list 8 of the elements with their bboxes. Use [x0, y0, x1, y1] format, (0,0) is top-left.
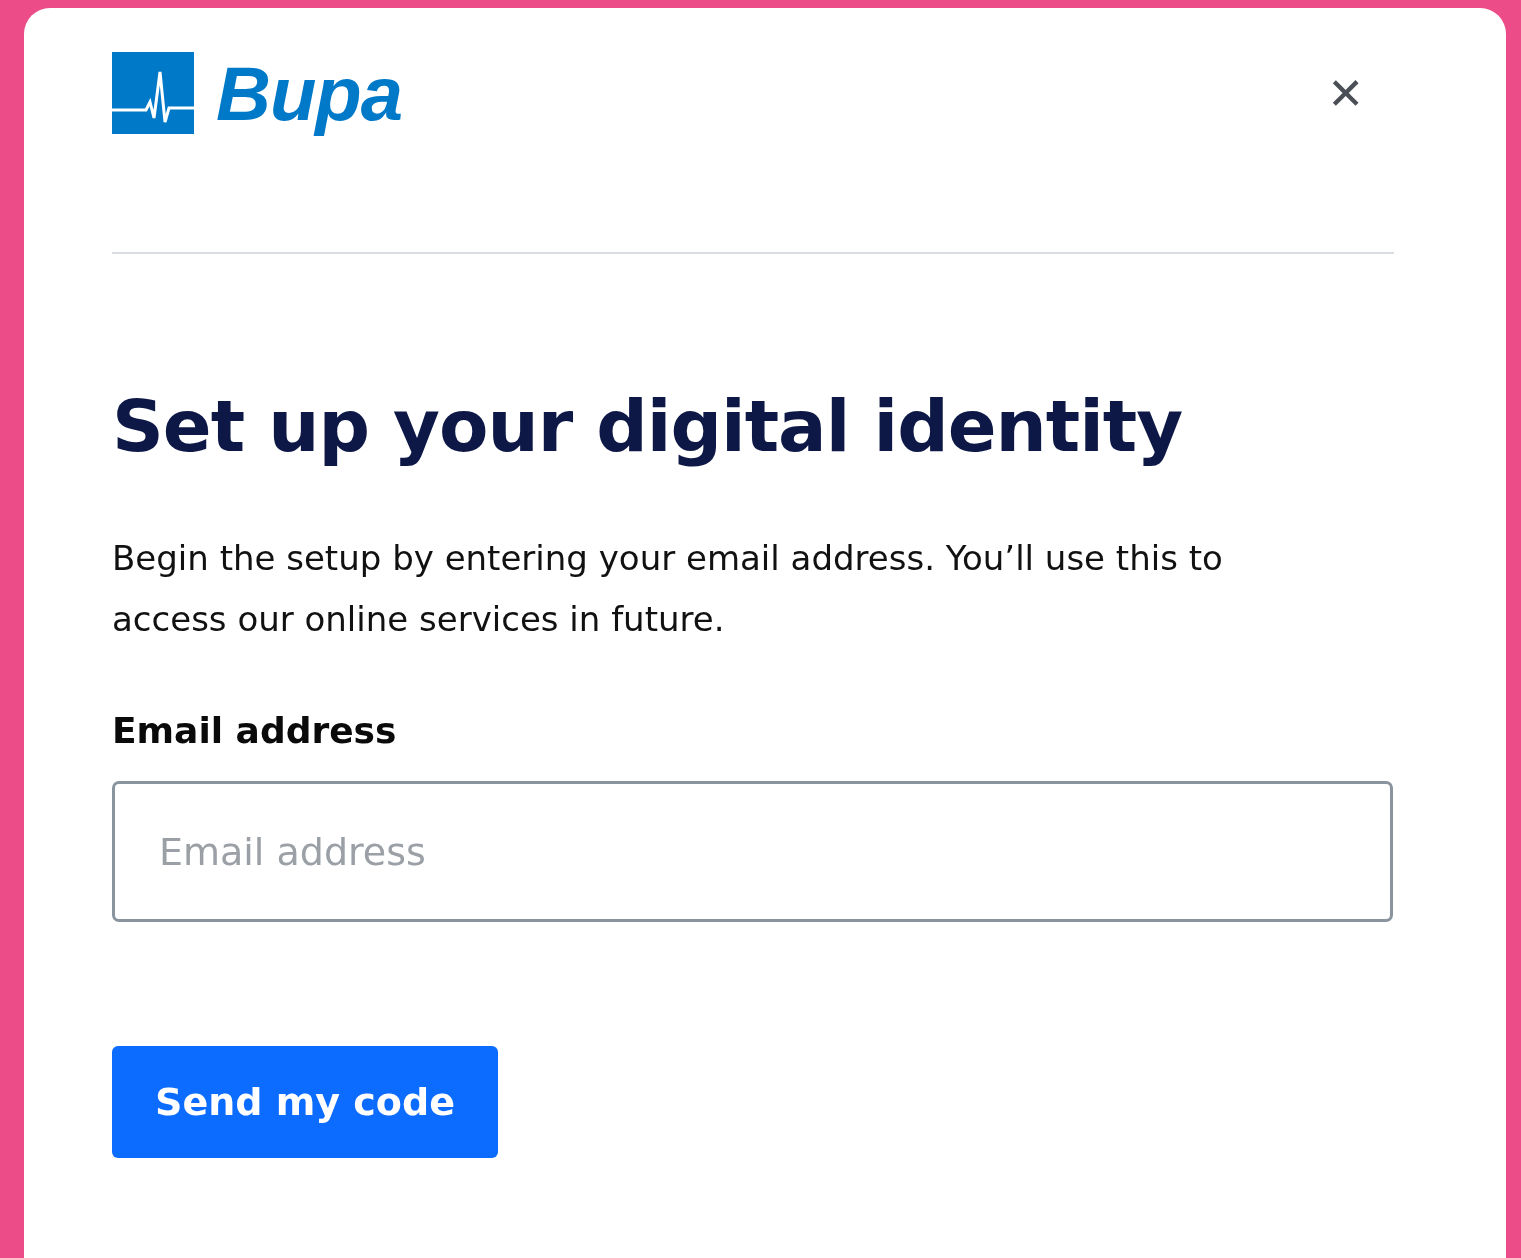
field-label: Email address	[112, 710, 398, 751]
description-text: Begin the setup by entering your email address. You’ll use this to access our online services in future.	[112, 537, 1224, 641]
send-code-button[interactable]: Send my code	[112, 1046, 498, 1158]
close-button[interactable]: ✕	[1327, 67, 1394, 119]
email-input-field[interactable]: Email address	[112, 781, 1393, 922]
page-title: Set up your digital identity	[112, 384, 1184, 468]
logo-wordmark: Bupa	[216, 49, 402, 137]
logo-icon	[112, 52, 194, 134]
